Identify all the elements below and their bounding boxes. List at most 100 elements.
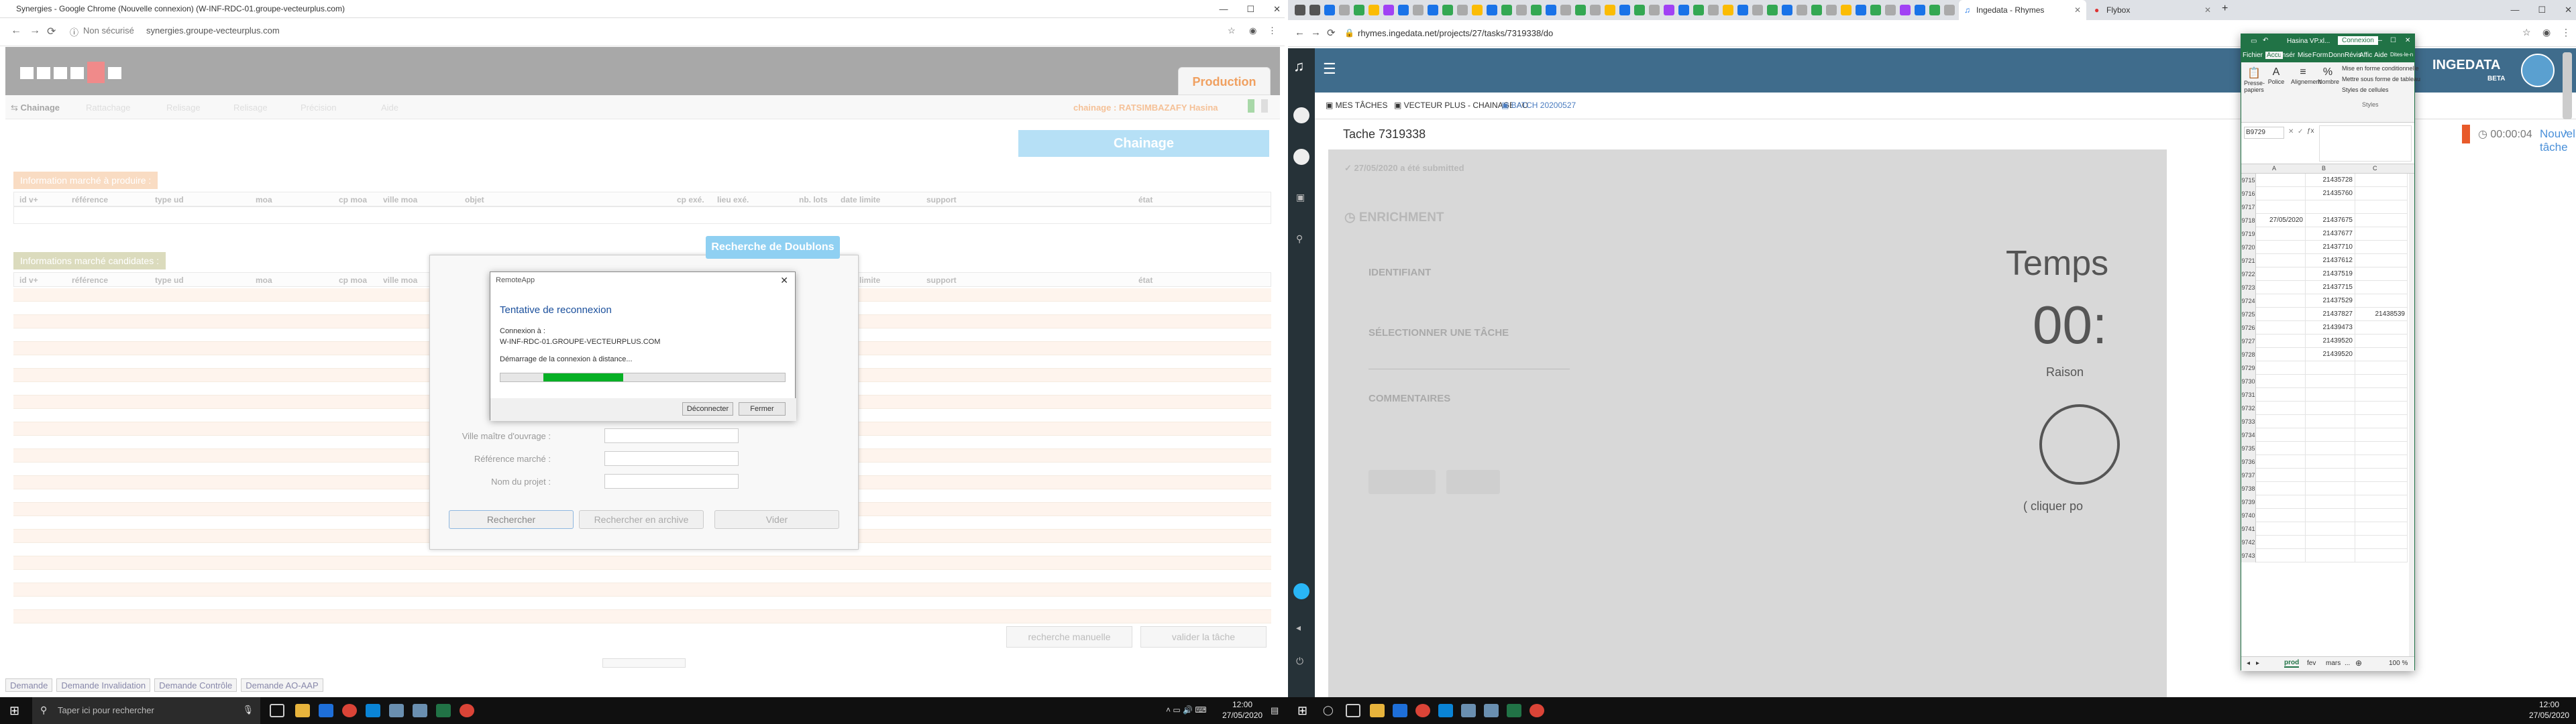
search-icon[interactable]: ◯ [1323,705,1334,716]
row-number[interactable]: 9738 [2241,482,2256,495]
cell-b[interactable] [2307,482,2355,495]
cell-b[interactable]: 21437827 [2307,308,2355,321]
maximize-icon[interactable]: ☐ [1246,0,1254,18]
tab-icon[interactable] [1398,5,1409,15]
tab-icon[interactable] [1752,5,1763,15]
save-icon[interactable]: ▭ [2251,38,2257,45]
account-icon[interactable]: ◉ [2542,27,2551,38]
table-row[interactable]: 9741 [2241,522,2408,536]
cell-a[interactable] [2257,187,2306,200]
cell-b[interactable] [2307,509,2355,522]
cell-a[interactable] [2257,388,2306,402]
cell-c[interactable] [2357,241,2408,254]
tab-demande-ao-aap[interactable]: Demande AO-AAP [241,678,323,692]
tab-icon[interactable] [1575,5,1586,15]
task-view-icon[interactable] [270,704,284,717]
cell-a[interactable]: 27/05/2020 [2257,214,2306,227]
tab-icon[interactable] [1826,5,1837,15]
duplicates-search-button[interactable]: Recherche de Doublons [706,236,840,259]
sheet-tab-more[interactable]: ... [2345,660,2350,667]
tab-icon[interactable] [1723,5,1733,15]
star-icon[interactable]: ☆ [1228,25,1236,36]
zoom-level[interactable]: 100 % [2389,660,2408,667]
sheet-tab-fev[interactable]: fev [2307,660,2316,667]
table-row[interactable]: 9735 [2241,442,2408,455]
cell-a[interactable] [2257,267,2306,281]
name-box[interactable]: B9729 [2244,127,2284,139]
row-number[interactable]: 9719 [2241,227,2256,241]
table-row[interactable]: 9724 21437529 [2241,294,2408,308]
forward-icon[interactable]: → [30,25,40,37]
cell-a[interactable] [2257,455,2306,469]
cell-a[interactable] [2257,321,2306,335]
reload-icon[interactable]: ⟳ [47,25,56,38]
table-row[interactable]: 9716 21435760 [2241,187,2408,200]
avatar[interactable] [1293,107,1309,123]
tab-icon[interactable] [1413,5,1424,15]
reload-icon[interactable]: ⟳ [1327,27,1336,39]
tab-inserer[interactable]: Insér [2280,52,2295,59]
windows-start-icon[interactable]: ⊞ [1297,704,1307,718]
table-row[interactable]: 9719 21437677 [2241,227,2408,241]
tab-icon[interactable] [1295,5,1305,15]
tab-icon[interactable] [1428,5,1438,15]
cell-c[interactable] [2357,495,2408,509]
row-number[interactable]: 9715 [2241,174,2256,187]
cell-c[interactable] [2357,469,2408,482]
tab-affic[interactable]: Affic [2359,52,2372,59]
power-icon[interactable]: ⏻ [1296,656,1303,667]
tab-icon[interactable] [1782,5,1792,15]
tab-icon[interactable] [1796,5,1807,15]
table-row[interactable]: 9726 21439473 [2241,321,2408,335]
tab-icon[interactable] [1605,5,1615,15]
sheet-tab-mars[interactable]: mars [2326,660,2341,667]
cell-a[interactable] [2257,482,2306,495]
cell-c[interactable] [2357,227,2408,241]
link-icon[interactable]: ⚲ [1296,233,1303,245]
tab-icon[interactable] [1944,5,1955,15]
cell-c[interactable] [2357,455,2408,469]
cell-b[interactable]: 21439520 [2307,335,2355,348]
row-number[interactable]: 9739 [2241,495,2256,509]
cell-c[interactable] [2357,321,2408,335]
back-icon[interactable]: ← [1295,27,1305,38]
cell-c[interactable] [2357,428,2408,442]
lock-icon[interactable]: 🔒 [1344,28,1354,38]
cell-c[interactable] [2357,174,2408,187]
cell-c[interactable] [2357,267,2408,281]
cell-b[interactable] [2307,375,2355,388]
cell-a[interactable] [2257,375,2306,388]
column-c-header[interactable]: C [2373,165,2377,172]
city-input[interactable] [604,428,739,443]
table-row[interactable]: 9732 [2241,402,2408,415]
add-sheet-icon[interactable]: ⊕ [2355,658,2362,668]
document-icon[interactable]: ▣ [1296,192,1305,203]
account-icon[interactable]: ◉ [1249,25,1256,36]
file-explorer-icon[interactable] [1370,704,1385,717]
edge-icon[interactable] [319,704,333,717]
cell-c[interactable] [2357,254,2408,267]
task-select[interactable] [1368,351,1570,369]
cell-c[interactable] [2357,361,2408,375]
row-number[interactable]: 9733 [2241,415,2256,428]
table-row[interactable]: 9743 [2241,549,2408,562]
close-icon[interactable]: ✕ [2405,37,2410,44]
row-number[interactable]: 9724 [2241,294,2256,308]
cell-a[interactable] [2257,361,2306,375]
cell-b[interactable] [2307,536,2355,549]
table-row[interactable]: 9731 [2241,388,2408,402]
cell-a[interactable] [2257,348,2306,361]
cell-a[interactable] [2257,174,2306,187]
minimize-icon[interactable]: — [1219,0,1228,18]
table-row[interactable]: 9729 [2241,361,2408,375]
cell-b[interactable] [2307,455,2355,469]
windows-start-icon[interactable]: ⊞ [9,704,19,718]
tab-icon[interactable] [1767,5,1778,15]
tab-icon[interactable] [1442,5,1453,15]
table-row[interactable]: 9733 [2241,415,2408,428]
tab-icon[interactable] [1619,5,1630,15]
tab-icon[interactable] [1737,5,1748,15]
music-note-icon[interactable]: ♫ [1293,58,1305,75]
minimize-icon[interactable]: — [2510,0,2519,20]
skype-icon[interactable] [1438,704,1453,717]
